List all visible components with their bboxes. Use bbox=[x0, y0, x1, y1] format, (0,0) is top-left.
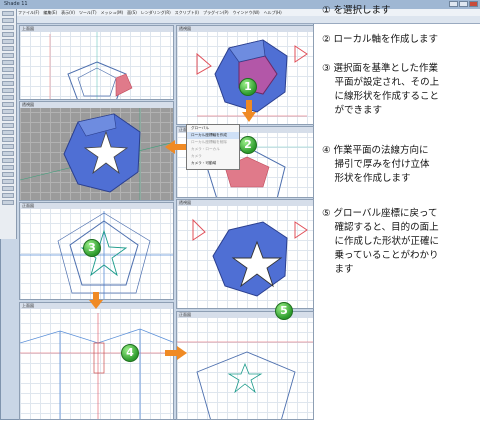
tool-button[interactable] bbox=[2, 109, 14, 114]
tool-button[interactable] bbox=[2, 11, 14, 16]
tool-button[interactable] bbox=[2, 81, 14, 86]
tool-button[interactable] bbox=[2, 67, 14, 72]
tool-button[interactable] bbox=[2, 200, 14, 205]
menu-mesh[interactable]: メッシュ(M) bbox=[101, 9, 124, 16]
menu-item-camera-local[interactable]: カメラ・ローカル bbox=[187, 146, 239, 153]
tool-button[interactable] bbox=[2, 172, 14, 177]
step-badge-5: 5 bbox=[275, 302, 293, 320]
step-badge-2: 2 bbox=[239, 136, 257, 154]
menu-file[interactable]: ファイル(F) bbox=[18, 9, 39, 16]
star-on-face-render bbox=[20, 102, 173, 200]
tool-button[interactable] bbox=[2, 95, 14, 100]
tool-button[interactable] bbox=[2, 46, 14, 51]
arrow-left-icon bbox=[165, 140, 187, 154]
menu-help[interactable]: ヘルプ(H) bbox=[264, 9, 282, 16]
tool-button[interactable] bbox=[2, 179, 14, 184]
step-badge-4: 4 bbox=[121, 344, 139, 362]
tool-button[interactable] bbox=[2, 60, 14, 65]
tool-button[interactable] bbox=[2, 193, 14, 198]
tool-button[interactable] bbox=[2, 25, 14, 30]
menu-item-global[interactable]: グローバル bbox=[187, 125, 239, 132]
tool-palette bbox=[0, 9, 17, 239]
instruction-step-1: ① を選択します bbox=[322, 5, 391, 16]
view-label: 透視図 bbox=[177, 200, 313, 206]
menu-edit[interactable]: 編集(E) bbox=[43, 9, 57, 16]
menu-plugin[interactable]: プラグイン(P) bbox=[203, 9, 229, 16]
arrow-down-icon bbox=[89, 292, 103, 309]
menu-item-create-local-axis[interactable]: ローカル座標軸を作成 bbox=[187, 132, 239, 139]
front-check-wireframe bbox=[177, 341, 313, 419]
tool-button[interactable] bbox=[2, 74, 14, 79]
tool-button[interactable] bbox=[2, 144, 14, 149]
step-badge-1: 1 bbox=[239, 78, 257, 96]
step-badge-3: 3 bbox=[83, 239, 101, 257]
tool-button[interactable] bbox=[2, 158, 14, 163]
menu-item-camera[interactable]: カメラ bbox=[187, 153, 239, 160]
wireframe-top bbox=[49, 26, 133, 99]
window-title: Shade 11 bbox=[4, 1, 28, 7]
view-label: 透視図 bbox=[20, 102, 173, 108]
top-view-pane[interactable]: 上面図 bbox=[19, 25, 174, 100]
menu-render[interactable]: レンダリング(R) bbox=[141, 9, 171, 16]
tool-button[interactable] bbox=[2, 130, 14, 135]
menu-window[interactable]: ウインドウ(W) bbox=[233, 9, 260, 16]
menu-view[interactable]: 表示(V) bbox=[61, 9, 75, 16]
menu-script[interactable]: スクリプト(I) bbox=[175, 9, 199, 16]
menu-item-camera-range[interactable]: カメラ・可動域 bbox=[187, 160, 239, 167]
global-perspective-pane[interactable]: 透視図 bbox=[176, 199, 314, 309]
view-label: 透視図 bbox=[177, 26, 313, 32]
menu-tool[interactable]: ツール(T) bbox=[79, 9, 97, 16]
view-label: 上面図 bbox=[20, 26, 173, 32]
tool-button[interactable] bbox=[2, 53, 14, 58]
arrow-down-icon bbox=[242, 100, 256, 122]
tool-button[interactable] bbox=[2, 32, 14, 37]
instruction-step-5: ⑤ グローバル座標に戻って 確認すると、目的の面上 に作成した形状が正確に 乗っ… bbox=[322, 208, 440, 275]
star-extruded-render bbox=[192, 218, 308, 297]
sweep-top-pane[interactable]: 上面図 bbox=[19, 302, 174, 420]
tool-button[interactable] bbox=[2, 151, 14, 156]
instruction-step-3: ③ 選択面を基準とした作業 平面が設定され、その上 に線形状を作成すること がで… bbox=[322, 63, 440, 116]
front-check-pane[interactable]: 正面図 bbox=[176, 311, 314, 420]
tool-button[interactable] bbox=[2, 123, 14, 128]
context-menu: グローバル ローカル座標軸を作成 ローカル座標軸を削除 カメラ・ローカル カメラ… bbox=[186, 124, 240, 170]
view-label: 正面図 bbox=[20, 203, 173, 209]
tool-button[interactable] bbox=[2, 137, 14, 142]
menu-item-delete-local-axis[interactable]: ローカル座標軸を削除 bbox=[187, 139, 239, 146]
instruction-step-2: ② ローカル軸を作成します bbox=[322, 34, 439, 45]
tool-button[interactable] bbox=[2, 165, 14, 170]
tool-button[interactable] bbox=[2, 88, 14, 93]
arrow-right-icon bbox=[165, 346, 187, 360]
sweep-wireframe bbox=[20, 313, 173, 419]
instruction-step-4: ④ 作業平面の法線方向に 掃引で厚みを付け立体 形状を作成します bbox=[322, 145, 430, 184]
tool-button[interactable] bbox=[2, 102, 14, 107]
tool-button[interactable] bbox=[2, 186, 14, 191]
tool-button[interactable] bbox=[2, 116, 14, 121]
star-perspective-pane[interactable]: 透視図 bbox=[19, 101, 174, 201]
tool-button[interactable] bbox=[2, 18, 14, 23]
tool-button[interactable] bbox=[2, 39, 14, 44]
menu-surface[interactable]: 面(S) bbox=[127, 9, 137, 16]
